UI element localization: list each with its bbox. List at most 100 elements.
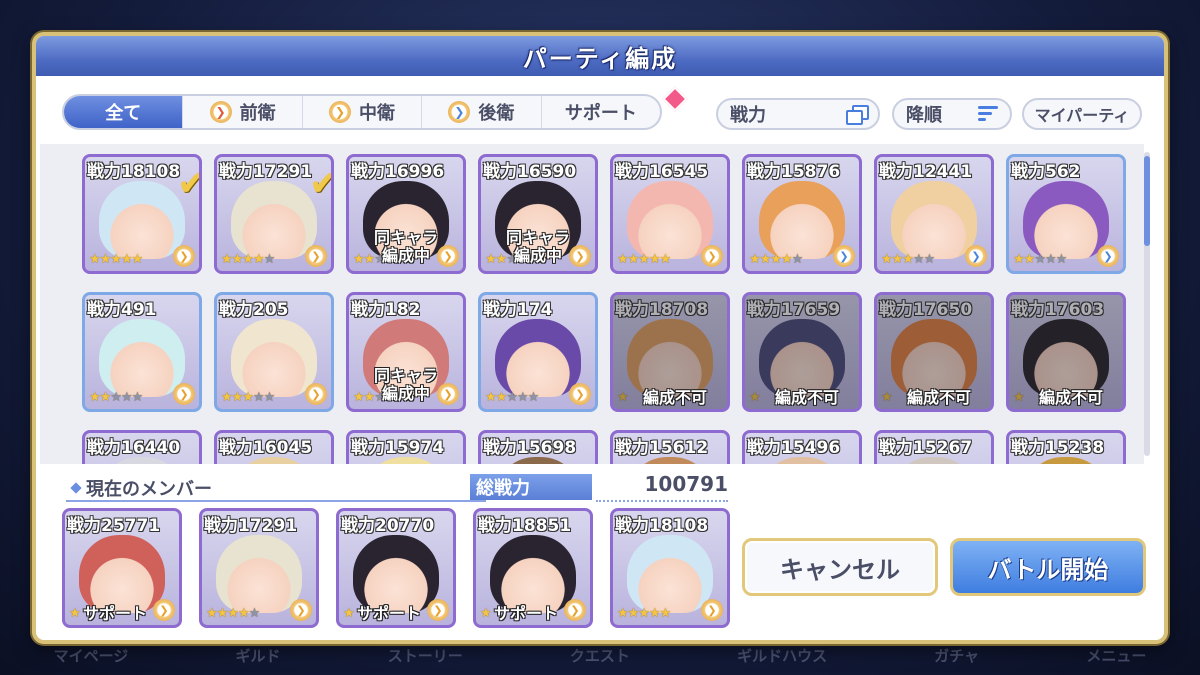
unavailable-label: 編成不可 [642, 388, 707, 407]
tab-front[interactable]: ❯ 前衛 [182, 96, 301, 128]
start-battle-button[interactable]: バトル開始 [950, 538, 1146, 596]
background-nav-item: ギルドハウス [737, 646, 828, 665]
my-party-button[interactable]: マイパーティ [1022, 98, 1142, 130]
character-portrait [495, 319, 581, 397]
power-value: 戦力182 [351, 300, 421, 320]
character-portrait [490, 535, 576, 613]
character-portrait [363, 457, 449, 464]
power-value: 戦力491 [87, 300, 157, 320]
character-portrait [759, 319, 845, 397]
total-power-label: 総戦力 [470, 474, 592, 500]
character-portrait [891, 457, 977, 464]
power-value: 戦力16545 [615, 162, 709, 182]
front-position-icon: ❯ [209, 101, 232, 123]
position-badge-icon: ❯ [305, 383, 327, 405]
roster-character-card[interactable]: 戦力16440 [82, 430, 202, 464]
power-value: 戦力15612 [615, 438, 709, 458]
roster-character-card[interactable]: 戦力15267 [874, 430, 994, 464]
roster-character-card[interactable]: 戦力17603 ★ 編成不可 [1006, 292, 1126, 412]
background-nav-item: ギルド [235, 646, 281, 665]
roster-character-card[interactable]: 戦力15876 ★★★★★ ❯ [742, 154, 862, 274]
power-value: 戦力17291 [219, 162, 313, 182]
power-value: 戦力17659 [747, 300, 841, 320]
character-portrait [231, 181, 317, 259]
roster-character-card[interactable]: 戦力16590 ★★★★★ ❯ 同キャラ 編成中 [478, 154, 598, 274]
sort-order-button[interactable]: 降順 [892, 98, 1012, 130]
character-portrait [759, 457, 845, 464]
tab-middle[interactable]: ❯ 中衛 [301, 96, 421, 128]
position-badge-icon: ❯ [173, 245, 195, 267]
star-rating: ★★★★★ [881, 252, 935, 267]
cancel-button[interactable]: キャンセル [742, 538, 938, 596]
roster-character-card[interactable]: 戦力15612 [610, 430, 730, 464]
roster-character-card[interactable]: 戦力17659 ★ 編成不可 [742, 292, 862, 412]
tab-support[interactable]: サポート [540, 96, 660, 128]
roster-character-card[interactable]: 戦力562 ★★★★★ ❯ [1006, 154, 1126, 274]
position-badge-icon: ❯ [1097, 245, 1119, 267]
power-value: 戦力25771 [67, 516, 161, 536]
roster-character-card[interactable]: 戦力15238 [1006, 430, 1126, 464]
character-portrait [231, 319, 317, 397]
position-badge-icon: ❯ [701, 245, 723, 267]
roster-character-card[interactable]: 戦力12441 ★★★★★ ❯ [874, 154, 994, 274]
filter-button[interactable]: 戦力 [716, 98, 880, 130]
roster-character-card[interactable]: 戦力491 ★★★★★ ❯ [82, 292, 202, 412]
power-value: 戦力205 [219, 300, 289, 320]
current-members-label: 現在のメンバー [86, 479, 212, 500]
star-rating: ★★★★★ [89, 390, 143, 405]
power-value: 戦力16045 [219, 438, 313, 458]
tab-support-label: サポート [564, 103, 637, 124]
member-character-card[interactable]: 戦力18108 ★★★★★ ❯ [610, 508, 730, 628]
position-tabs: 全て ❯ 前衛 ❯ 中衛 ❯ 後衛 サポート [62, 94, 662, 130]
roster-character-card[interactable]: 戦力182 ★★★★★ ❯ 同キャラ 編成中 [346, 292, 466, 412]
power-value: 戦力20770 [341, 516, 435, 536]
roster-character-card[interactable]: 戦力15698 [478, 430, 598, 464]
roster-character-card[interactable]: 戦力17291 ★★★★★ ❯ ✔ [214, 154, 334, 274]
power-value: 戦力17603 [1011, 300, 1105, 320]
position-badge-icon: ❯ [564, 599, 586, 621]
roster-character-card[interactable]: 戦力16545 ★★★★★ ❯ [610, 154, 730, 274]
diamond-icon [70, 482, 82, 494]
tab-back[interactable]: ❯ 後衛 [421, 96, 540, 128]
selected-check-icon: ✔ [177, 163, 199, 204]
position-badge-icon: ❯ [833, 245, 855, 267]
power-value: 戦力15974 [351, 438, 445, 458]
unavailable-label: 編成不可 [774, 388, 839, 407]
unavailable-label: 編成不可 [1038, 388, 1103, 407]
character-grid: 戦力18108★★★★★❯✔戦力17291★★★★★❯✔戦力16996★★★★★… [40, 144, 1144, 464]
character-portrait [79, 535, 165, 613]
star-rating: ★ [69, 606, 81, 621]
member-character-card[interactable]: 戦力18851 ★ サポート ❯ [473, 508, 593, 628]
unavailable-label: 編成不可 [906, 388, 971, 407]
tab-all[interactable]: 全て [64, 96, 183, 128]
member-character-card[interactable]: 戦力17291 ★★★★★ ❯ [199, 508, 319, 628]
grid-scrollbar[interactable] [1144, 152, 1150, 456]
roster-character-card[interactable]: 戦力18108 ★★★★★ ❯ ✔ [82, 154, 202, 274]
power-value: 戦力16590 [483, 162, 577, 182]
roster-character-card[interactable]: 戦力16996 ★★★★★ ❯ 同キャラ 編成中 [346, 154, 466, 274]
dialog-header: パーティ編成 [36, 36, 1164, 76]
background-nav-item: メニュー [1086, 646, 1147, 665]
roster-character-card[interactable]: 戦力15974 [346, 430, 466, 464]
member-character-card[interactable]: 戦力25771 ★ サポート ❯ [62, 508, 182, 628]
member-character-card[interactable]: 戦力20770 ★ サポート ❯ [336, 508, 456, 628]
roster-character-card[interactable]: 戦力205 ★★★★★ ❯ [214, 292, 334, 412]
scrollbar-thumb[interactable] [1144, 156, 1150, 246]
roster-character-card[interactable]: 戦力18708 ★ 編成不可 [610, 292, 730, 412]
my-party-label: マイパーティ [1034, 106, 1130, 125]
character-portrait [891, 319, 977, 397]
star-rating: ★★★★★ [89, 252, 143, 267]
support-gem-icon [662, 86, 688, 112]
tab-back-label: 後衛 [478, 103, 515, 124]
power-value: 戦力15496 [747, 438, 841, 458]
roster-character-card[interactable]: 戦力15496 [742, 430, 862, 464]
roster-character-card[interactable]: 戦力17650 ★ 編成不可 [874, 292, 994, 412]
power-value: 戦力18851 [478, 516, 572, 536]
same-character-overlay: 同キャラ 編成中 [373, 366, 438, 403]
roster-character-card[interactable]: 戦力16045 [214, 430, 334, 464]
roster-character-card[interactable]: 戦力174 ★★★★★ ❯ [478, 292, 598, 412]
power-value: 戦力562 [1011, 162, 1081, 182]
character-portrait [627, 319, 713, 397]
character-portrait [1023, 457, 1109, 464]
star-rating: ★★★★★ [617, 606, 671, 621]
